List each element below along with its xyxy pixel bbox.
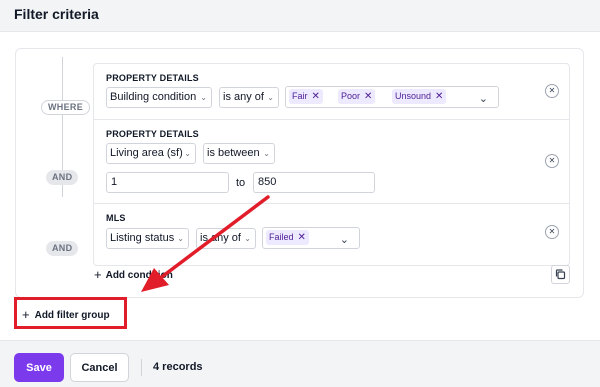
annotation-arrow	[141, 195, 270, 292]
annotation-arrow-head	[141, 268, 169, 292]
save-button[interactable]: Save	[14, 353, 64, 382]
cancel-button[interactable]: Cancel	[70, 353, 129, 382]
record-count: 4 records	[153, 361, 203, 373]
footer-divider	[141, 359, 142, 376]
annotation-arrow-shaft	[161, 195, 270, 278]
dialog-footer: Save Cancel 4 records	[0, 340, 600, 387]
